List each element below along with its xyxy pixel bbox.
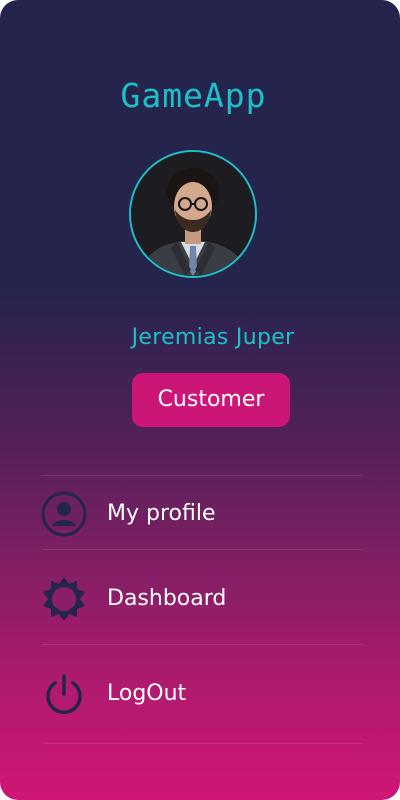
power-icon [40, 670, 88, 718]
avatar[interactable] [129, 150, 257, 278]
divider [42, 644, 362, 645]
side-menu-panel: GameApp Jeremias Juper Customer My profi… [0, 0, 400, 800]
role-badge[interactable]: Customer [132, 373, 290, 427]
menu-item-my-profile[interactable]: My profile [40, 484, 362, 544]
divider [42, 549, 362, 550]
menu-item-dashboard[interactable]: Dashboard [40, 569, 362, 629]
app-title: GameApp [120, 76, 267, 115]
menu-item-label: LogOut [107, 681, 187, 706]
menu-item-label: Dashboard [107, 586, 227, 611]
user-name: Jeremias Juper [131, 325, 295, 350]
menu-item-label: My profile [107, 501, 216, 526]
menu-item-logout[interactable]: LogOut [40, 664, 362, 724]
divider [42, 475, 362, 476]
user-icon [40, 490, 88, 538]
divider [42, 743, 362, 744]
gear-icon [40, 575, 88, 623]
avatar-image [131, 152, 255, 276]
